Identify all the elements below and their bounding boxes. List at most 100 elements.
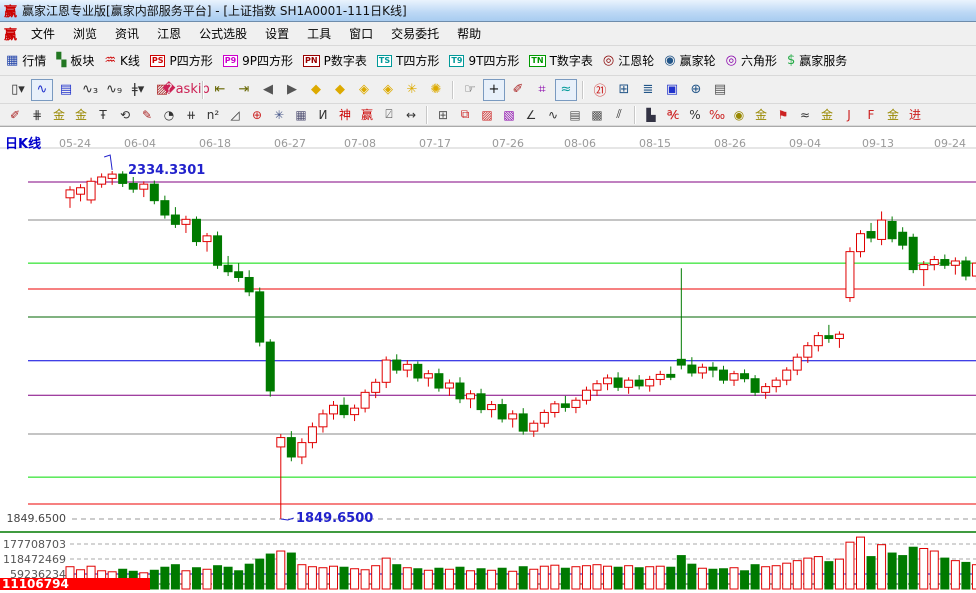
- flag-pin-button[interactable]: ⚑: [773, 106, 793, 124]
- red-fan-button[interactable]: ⧉: [455, 106, 475, 124]
- gold-line-2-button[interactable]: 金: [817, 106, 837, 124]
- ying-button[interactable]: 赢: [357, 106, 377, 124]
- shen-button[interactable]: 神: [335, 106, 355, 124]
- width-arrow-button[interactable]: ↔: [401, 106, 421, 124]
- wave-mark-button[interactable]: И: [313, 106, 333, 124]
- menu-item-tools[interactable]: 工具: [298, 23, 340, 44]
- toolbar-button-9p-square[interactable]: P99P四方形: [223, 52, 293, 69]
- gold-circle-button[interactable]: ◉: [729, 106, 749, 124]
- comb-button[interactable]: ⧺: [181, 106, 201, 124]
- toolbar-button-hexagon[interactable]: ◎六角形: [726, 52, 777, 69]
- target-cross-button[interactable]: ⊕: [247, 106, 267, 124]
- calendar-button[interactable]: ㉑: [589, 79, 611, 101]
- diamond-compress-button[interactable]: ✳: [401, 79, 423, 101]
- diamond-expand-button[interactable]: ✺: [425, 79, 447, 101]
- volume-bar: [572, 567, 580, 589]
- candle-body: [87, 181, 95, 200]
- toolbar-button-p-square[interactable]: PSP四方形: [150, 52, 213, 69]
- diamond-left-button[interactable]: ◆: [305, 79, 327, 101]
- sketch-tool-button[interactable]: ≈: [555, 79, 577, 101]
- zigzag-button[interactable]: ∿: [543, 106, 563, 124]
- percent-strike-button[interactable]: ℀: [663, 106, 683, 124]
- save-button[interactable]: ▣: [661, 79, 683, 101]
- f-angle-button[interactable]: F: [861, 106, 881, 124]
- percent-button[interactable]: %: [685, 106, 705, 124]
- j-angle-button[interactable]: J: [839, 106, 859, 124]
- diamond-vexpand-button[interactable]: ◈: [377, 79, 399, 101]
- go-last-button[interactable]: ⇥: [233, 79, 255, 101]
- n-squared-button[interactable]: n²: [203, 106, 223, 124]
- pen-angle-button[interactable]: ✎: [137, 106, 157, 124]
- fan-box-2-button[interactable]: ▧: [499, 106, 519, 124]
- menu-item-help[interactable]: 帮助: [448, 23, 490, 44]
- kline-chart-canvas[interactable]: 05-2406-0406-1806-2707-0807-1707-2608-06…: [0, 127, 976, 590]
- price-ladder-button[interactable]: ▙: [641, 106, 661, 124]
- volume-bar: [751, 565, 759, 589]
- trend-angle-button[interactable]: ∠: [521, 106, 541, 124]
- diamond-right-button[interactable]: ◆: [329, 79, 351, 101]
- thin-candle-dropdown-button[interactable]: ǂ▾: [127, 79, 149, 101]
- wave-line-button[interactable]: ≈: [795, 106, 815, 124]
- grid-numbers-button[interactable]: ⍁: [379, 106, 399, 124]
- page-next-button[interactable]: ▶: [281, 79, 303, 101]
- parallel-lines-button[interactable]: ⫽: [609, 106, 629, 124]
- go-first-button[interactable]: ⇤: [209, 79, 231, 101]
- menu-item-file[interactable]: 文件: [22, 23, 64, 44]
- pan-hand-button[interactable]: ☞: [459, 79, 481, 101]
- grid-3-button[interactable]: ▩: [587, 106, 607, 124]
- toolbar-button-9t-square[interactable]: T99T四方形: [449, 52, 519, 69]
- grid-box-button[interactable]: ▦: [291, 106, 311, 124]
- candle-body: [625, 380, 633, 387]
- net-tool-button[interactable]: ⌗: [531, 79, 553, 101]
- volume-bar: [435, 568, 443, 589]
- angle-tool-button[interactable]: ◿: [225, 106, 245, 124]
- notes-button[interactable]: ≣: [637, 79, 659, 101]
- chart-area[interactable]: 日K线 05-2406-0406-1806-2707-0807-1707-260…: [0, 126, 976, 589]
- menu-item-browse[interactable]: 浏览: [64, 23, 106, 44]
- star-grid-button[interactable]: ✳: [269, 106, 289, 124]
- menu-item-gann[interactable]: 江恩: [148, 23, 190, 44]
- menu-item-settings[interactable]: 设置: [256, 23, 298, 44]
- gold-angle-button[interactable]: 金: [883, 106, 903, 124]
- toolbar-button-winner-wheel[interactable]: ◉赢家轮: [664, 52, 715, 69]
- diamond-hexpand-button[interactable]: ◈: [353, 79, 375, 101]
- note-tool-button[interactable]: ▤: [55, 79, 77, 101]
- clock-spiral-button[interactable]: ◔: [159, 106, 179, 124]
- box-grid-button[interactable]: ⊞: [433, 106, 453, 124]
- ruler-comb-button[interactable]: ⋕: [27, 106, 47, 124]
- calculator-button[interactable]: ⊞: [613, 79, 635, 101]
- toolbar-button-t-number-table[interactable]: TNT数字表: [529, 52, 593, 69]
- toolbar-button-sectors[interactable]: ▚板块: [56, 52, 94, 69]
- spiral-button[interactable]: ⟲: [115, 106, 135, 124]
- toolbar-button-winner-service[interactable]: $赢家服务: [787, 52, 847, 69]
- print-button[interactable]: ▤: [709, 79, 731, 101]
- gold-square-button[interactable]: 金: [49, 106, 69, 124]
- jin-button[interactable]: 进: [905, 106, 925, 124]
- toolbar-button-kline[interactable]: ♒K线: [104, 52, 140, 69]
- draw-mode-button[interactable]: ∿: [31, 79, 53, 101]
- menu-item-trade-order[interactable]: 交易委托: [382, 23, 448, 44]
- menu-item-formula-stock-pick[interactable]: 公式选股: [190, 23, 256, 44]
- fan-box-button[interactable]: ▨: [477, 106, 497, 124]
- knife-button[interactable]: ✐: [5, 106, 25, 124]
- menu-item-news[interactable]: 资讯: [106, 23, 148, 44]
- grid-2-button[interactable]: ▤: [565, 106, 585, 124]
- volume-bar: [256, 559, 264, 589]
- toolbar-button-gann-wheel[interactable]: ◎江恩轮: [603, 52, 654, 69]
- toolbar-button-t-square[interactable]: TST四方形: [377, 52, 440, 69]
- gold-line-button[interactable]: 金: [751, 106, 771, 124]
- crosshair-button[interactable]: +: [483, 79, 505, 101]
- fence-button[interactable]: Ŧ: [93, 106, 113, 124]
- web-export-button[interactable]: ⊕: [685, 79, 707, 101]
- menu-item-window[interactable]: 窗口: [340, 23, 382, 44]
- pin-line-button[interactable]: ✐: [507, 79, 529, 101]
- wave-3-button[interactable]: ∿₃: [79, 79, 101, 101]
- volume-profile-button[interactable]: �askip: [175, 79, 197, 101]
- candle-style-dropdown-button[interactable]: ▯▾: [7, 79, 29, 101]
- toolbar-button-quotes[interactable]: ▦行情: [6, 52, 46, 69]
- gold-square-2-button[interactable]: 金: [71, 106, 91, 124]
- wave-9-button[interactable]: ∿₉: [103, 79, 125, 101]
- page-prev-button[interactable]: ◀: [257, 79, 279, 101]
- toolbar-button-p-number-table[interactable]: PNP数字表: [303, 52, 367, 69]
- permille-button[interactable]: ‰: [707, 106, 727, 124]
